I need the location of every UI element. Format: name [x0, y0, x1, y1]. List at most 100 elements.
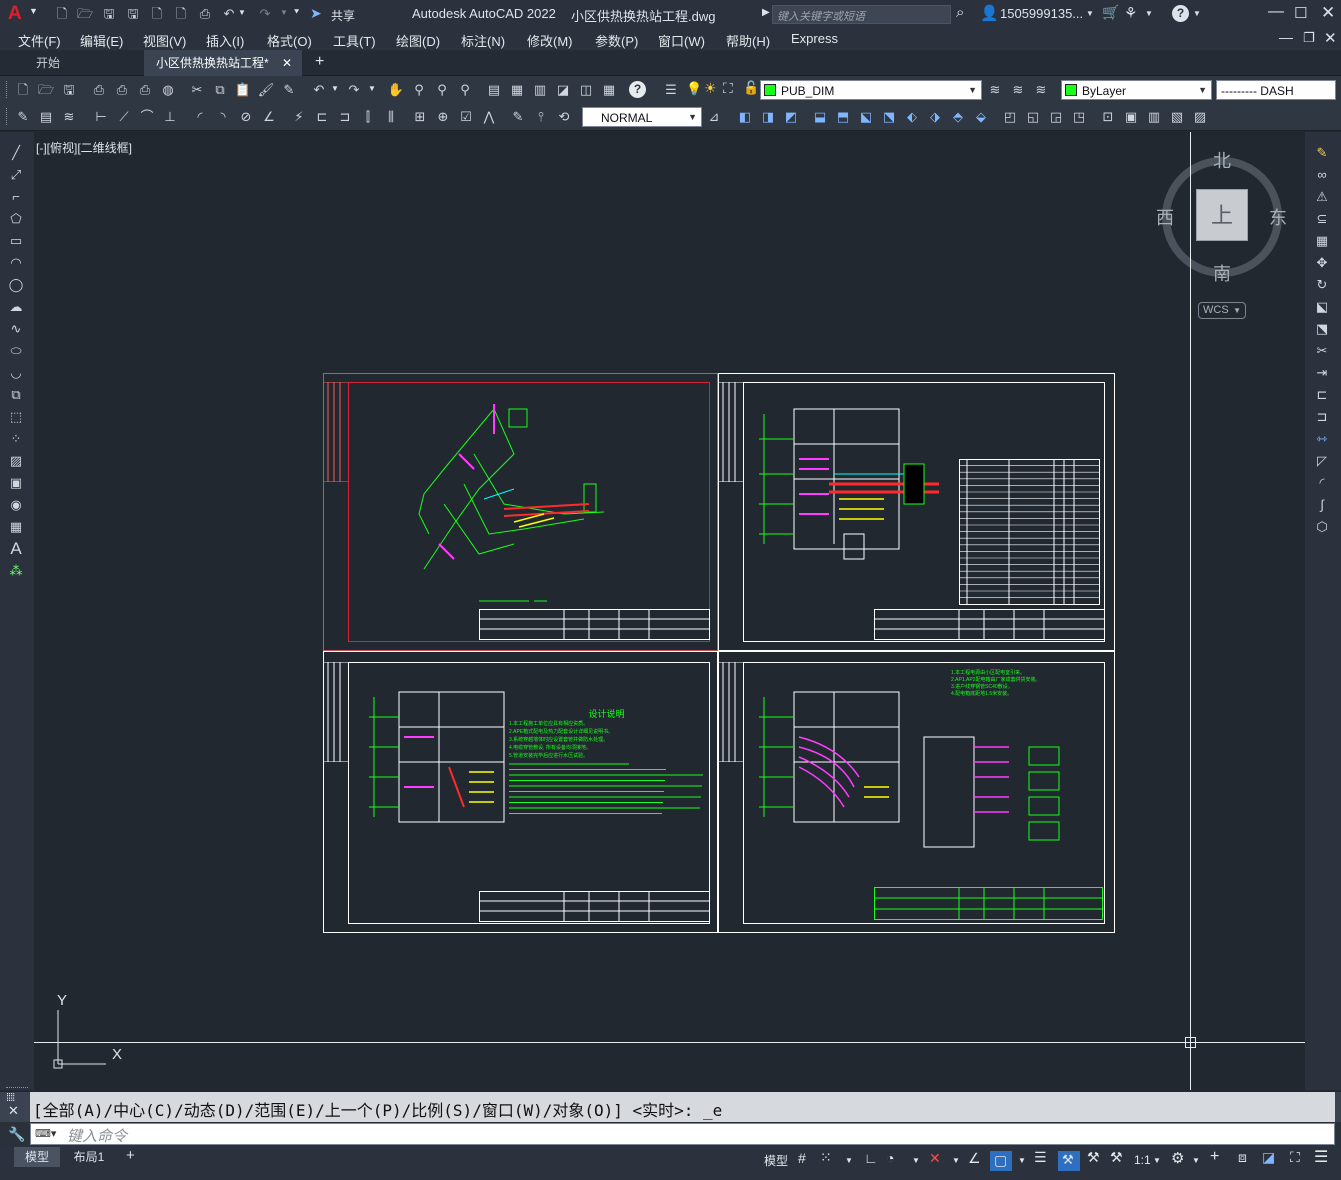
osnap-chevron-icon[interactable]: ▼	[1018, 1156, 1026, 1165]
scale-icon[interactable]: ⬕	[1313, 298, 1331, 316]
menu-parametric[interactable]: 参数(P)	[595, 31, 638, 50]
viewcube-west[interactable]: 西	[1156, 204, 1174, 230]
add-selected-icon[interactable]: ⁂	[7, 562, 25, 580]
user-name[interactable]: 1505999135...	[1000, 6, 1083, 21]
slice-icon[interactable]: ▧	[1168, 108, 1186, 126]
ellipse-arc-icon[interactable]: ◡	[7, 364, 25, 382]
layer-dropdown[interactable]: PUB_DIM ▼	[760, 80, 982, 100]
scale-value[interactable]: 1:1	[1134, 1153, 1151, 1167]
zoom-realtime-icon[interactable]: ⚲	[410, 81, 428, 99]
rotate-faces-icon[interactable]: ⬖	[903, 108, 921, 126]
dim-continue-icon[interactable]: ⊐	[336, 108, 354, 126]
minimize-icon[interactable]: —	[1268, 3, 1284, 21]
menu-file[interactable]: 文件(F)	[18, 31, 61, 50]
menu-modify[interactable]: 修改(M)	[527, 31, 573, 50]
grid-icon[interactable]: #	[798, 1150, 806, 1166]
revcloud-icon[interactable]: ☁	[7, 298, 25, 316]
cmd-grip[interactable]	[6, 1087, 28, 1088]
tolerance-icon[interactable]: ⊞	[411, 108, 429, 126]
save-web-icon[interactable]: 🗋	[172, 5, 190, 23]
lineweight-icon[interactable]: ☰	[1034, 1149, 1047, 1166]
save-as-icon[interactable]: 🖫	[124, 5, 142, 23]
point-icon[interactable]: ⁘	[7, 430, 25, 448]
redo-icon[interactable]: ↷	[345, 81, 363, 99]
region-icon[interactable]: ◉	[7, 496, 25, 514]
dim-angular-icon[interactable]: ∠	[260, 108, 278, 126]
pan-icon[interactable]: ✋	[387, 81, 405, 99]
dim-edit-icon[interactable]: ✎	[509, 108, 527, 126]
dim-linear-icon[interactable]: ⊢	[92, 108, 110, 126]
check-icon[interactable]: ▥	[1145, 108, 1163, 126]
new-file-icon[interactable]: 🗋	[53, 5, 71, 23]
auto-scale-icon[interactable]: ⚒	[1087, 1149, 1100, 1166]
markup-icon[interactable]: ◫	[577, 81, 595, 99]
tab-model[interactable]: 模型	[14, 1147, 60, 1167]
imprint-icon[interactable]: ◲	[1047, 108, 1065, 126]
app-chevron-icon[interactable]: ▼	[1145, 9, 1153, 18]
autocad-logo-icon[interactable]: A	[8, 3, 22, 25]
menu-draw[interactable]: 绘图(D)	[396, 31, 440, 50]
trim-icon[interactable]: ✂	[1313, 342, 1331, 360]
subtract-icon[interactable]: ◨	[759, 108, 777, 126]
dim-radius-icon[interactable]: ◜	[191, 108, 209, 126]
sheet-plan-notes[interactable]: 设计说明 1.本工程施工单位应具有相应资质。 2.APE箱式配电及热力配套设计详…	[323, 651, 718, 933]
viewcube-north[interactable]: 北	[1213, 147, 1231, 173]
menu-tools[interactable]: 工具(T)	[333, 31, 376, 50]
layer-tool-icon[interactable]: ▤	[37, 108, 55, 126]
copy-faces-icon[interactable]: ⬘	[949, 108, 967, 126]
section-icon[interactable]: ▨	[1191, 108, 1209, 126]
wcs-menu[interactable]: WCS ▼	[1198, 302, 1246, 319]
clean-icon[interactable]: ◳	[1070, 108, 1088, 126]
construction-line-icon[interactable]: ⤢	[7, 166, 25, 184]
dim-jogged-icon[interactable]: ◝	[214, 108, 232, 126]
sheet-plan-equipment[interactable]	[718, 373, 1115, 651]
zoom-previous-icon[interactable]: ⚲	[456, 81, 474, 99]
hardware-accel-icon[interactable]: ◪	[1262, 1149, 1275, 1166]
add-layout-button[interactable]: +	[126, 1147, 135, 1164]
move-icon[interactable]: ✥	[1313, 254, 1331, 272]
dim-arc-icon[interactable]: ⌒	[138, 108, 156, 126]
model-space-button[interactable]: 模型	[764, 1152, 788, 1169]
tab-layout1[interactable]: 布局1	[62, 1147, 116, 1167]
polar-chevron-icon[interactable]: ▼	[912, 1156, 920, 1165]
menu-help[interactable]: 帮助(H)	[726, 31, 770, 50]
extrude-faces-icon[interactable]: ⬓	[811, 108, 829, 126]
separate-icon[interactable]: ⊡	[1099, 108, 1117, 126]
plot-icon[interactable]: ⎙	[90, 81, 108, 99]
erase-icon[interactable]: ✎	[1313, 144, 1331, 162]
dim-break-icon[interactable]: ⫼	[382, 108, 400, 126]
layer-previous-icon[interactable]: ≋	[1009, 81, 1027, 99]
shell-icon[interactable]: ▣	[1122, 108, 1140, 126]
open-icon[interactable]: 🗁	[37, 81, 55, 99]
dim-diameter-icon[interactable]: ⊘	[237, 108, 255, 126]
search-expand-icon[interactable]: ▶	[762, 7, 770, 18]
chamfer-icon[interactable]: ◸	[1313, 452, 1331, 470]
tab-drawing[interactable]: 小区供热换热站工程* ✕	[144, 50, 302, 76]
mirror-icon[interactable]: ⚠	[1313, 188, 1331, 206]
menu-format[interactable]: 格式(O)	[267, 31, 312, 50]
inspection-icon[interactable]: ☑	[457, 108, 475, 126]
clean-screen-icon[interactable]: ⛶	[1290, 1149, 1300, 1166]
app-menu-chevron-icon[interactable]: ▼	[29, 6, 38, 16]
new-tab-button[interactable]: +	[315, 53, 324, 71]
dim-update-icon[interactable]: ⟲	[555, 108, 573, 126]
taper-faces-icon[interactable]: ⬗	[926, 108, 944, 126]
viewcube-east[interactable]: 东	[1269, 204, 1287, 230]
copy-icon[interactable]: ⧉	[211, 81, 229, 99]
scale-chevron-icon[interactable]: ▼	[1153, 1156, 1161, 1165]
undo-dropdown-icon[interactable]: ▼	[238, 8, 246, 17]
delete-faces-icon[interactable]: ⬔	[880, 108, 898, 126]
color-faces-icon[interactable]: ⬙	[972, 108, 990, 126]
quick-dim-icon[interactable]: ⚡	[290, 108, 308, 126]
properties-icon[interactable]: ▤	[485, 81, 503, 99]
dim-style-dropdown[interactable]: NORMAL ▼	[582, 107, 702, 127]
layer-walk-icon[interactable]: ≋	[60, 108, 78, 126]
break-point-icon[interactable]: ⊏	[1313, 386, 1331, 404]
dim-baseline-icon[interactable]: ⊏	[313, 108, 331, 126]
redo-list-icon[interactable]: ▼	[368, 84, 376, 93]
text-edit-icon[interactable]: ✎	[14, 108, 32, 126]
user-icon[interactable]: 👤	[980, 4, 999, 22]
menu-view[interactable]: 视图(V)	[143, 31, 186, 50]
tab-start[interactable]: 开始	[24, 50, 72, 76]
sheet-electrical[interactable]: 1.本工程电源由小区配电室引来。 2.AP1,AP2配电箱由厂家成套供货安装。 …	[718, 651, 1115, 933]
